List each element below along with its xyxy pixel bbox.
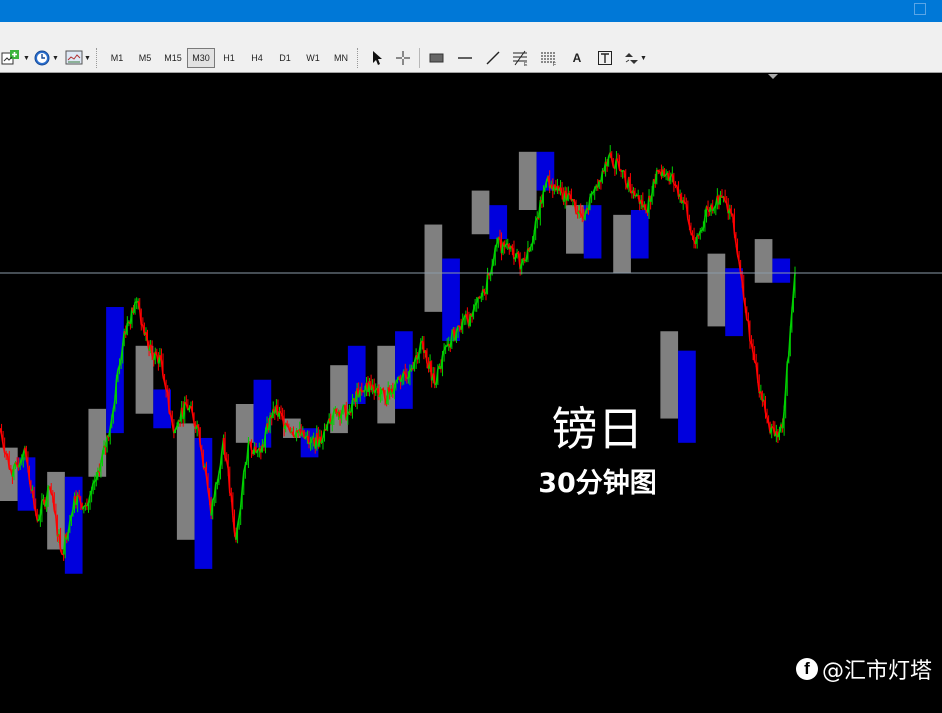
- window-restore-icon[interactable]: [914, 3, 926, 15]
- session-box: [754, 239, 773, 283]
- session-box: [583, 205, 602, 259]
- chart-shift-marker: [768, 74, 778, 79]
- session-box: [489, 205, 508, 240]
- timeframe-h4-button[interactable]: H4: [243, 48, 271, 68]
- session-box: [707, 253, 726, 327]
- timeframe-m1-button[interactable]: M1: [103, 48, 131, 68]
- rectangle-icon[interactable]: [423, 48, 451, 68]
- session-box: [471, 190, 490, 235]
- new-chart-icon[interactable]: ▼: [0, 48, 30, 68]
- svg-text:E: E: [524, 62, 528, 66]
- session-box: [725, 268, 743, 337]
- session-box: [518, 151, 537, 210]
- session-box: [772, 258, 791, 283]
- session-box: [613, 214, 631, 274]
- window-title-bar: [0, 0, 942, 22]
- channel-icon[interactable]: F: [535, 48, 563, 68]
- timeframe-d1-button[interactable]: D1: [271, 48, 299, 68]
- menu-strip: [0, 22, 942, 44]
- clock-icon[interactable]: ▼: [30, 48, 62, 68]
- text-label-icon[interactable]: [591, 48, 619, 68]
- chart-subtitle: 30分钟图: [538, 468, 657, 499]
- timeframe-m15-button[interactable]: M15: [159, 48, 187, 68]
- timeframe-group: M1 M5 M15 M30 H1 H4 D1 W1 MN: [103, 48, 355, 68]
- timeframe-w1-button[interactable]: W1: [299, 48, 327, 68]
- horizontal-line-icon[interactable]: [451, 48, 479, 68]
- toolbar-separator: [419, 48, 420, 68]
- chart-template-icon[interactable]: ▼: [62, 48, 94, 68]
- arrows-icon[interactable]: ▼: [619, 48, 651, 68]
- trend-line-icon[interactable]: [479, 48, 507, 68]
- facebook-icon: f: [795, 658, 818, 680]
- svg-text:F: F: [553, 62, 556, 66]
- toolbar-grip: [357, 48, 361, 68]
- text-icon[interactable]: A: [563, 48, 591, 68]
- price-chart[interactable]: 镑日 30分钟图 f @汇市灯塔: [0, 73, 942, 713]
- cursor-icon[interactable]: [364, 48, 390, 68]
- crosshair-icon[interactable]: [390, 48, 416, 68]
- toolbar-grip: [96, 48, 100, 68]
- chart-toolbar: ▼ ▼ ▼ M1 M5 M15 M30 H1 H4 D1 W1 MN E F A ▼: [0, 44, 942, 73]
- watermark: f @汇市灯塔: [795, 653, 932, 685]
- session-box: [424, 224, 443, 312]
- chart-title: 镑日: [551, 402, 644, 456]
- timeframe-h1-button[interactable]: H1: [215, 48, 243, 68]
- fibonacci-icon[interactable]: E: [507, 48, 535, 68]
- timeframe-m30-button[interactable]: M30: [187, 48, 215, 68]
- timeframe-m5-button[interactable]: M5: [131, 48, 159, 68]
- session-box: [630, 210, 649, 259]
- watermark-text: @汇市灯塔: [821, 659, 932, 684]
- timeframe-mn-button[interactable]: MN: [327, 48, 355, 68]
